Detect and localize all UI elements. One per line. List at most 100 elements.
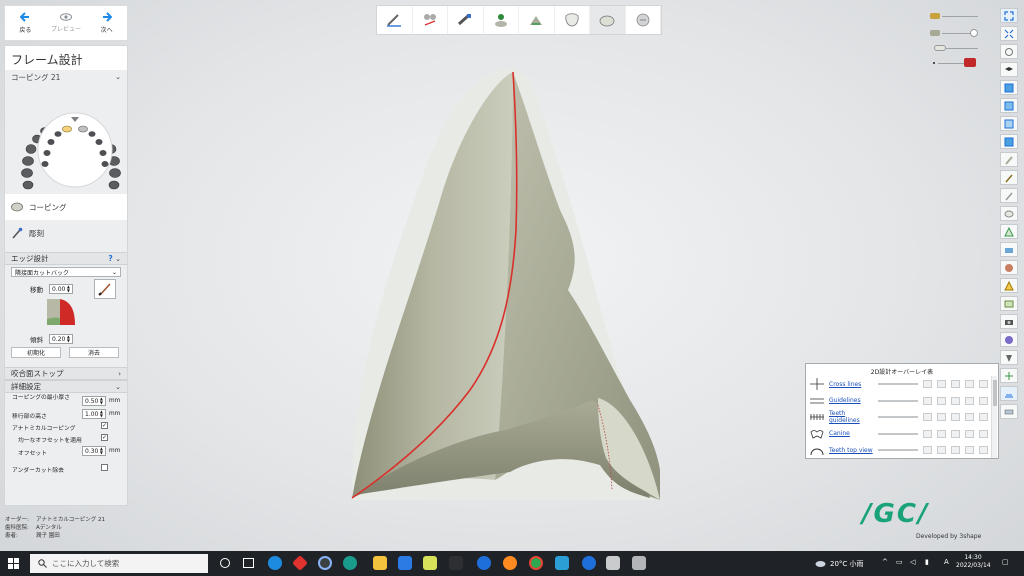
teamviewer-2-icon[interactable] — [582, 556, 596, 570]
undercut-checkbox[interactable] — [101, 464, 108, 471]
view-side-icon[interactable] — [1000, 98, 1018, 113]
grid-icon[interactable] — [1000, 368, 1018, 383]
move-input[interactable]: 0.00 ▲ ▼ — [49, 284, 73, 294]
uniform-offset-checkbox[interactable]: ✓ — [101, 434, 108, 441]
slider-row[interactable] — [930, 43, 980, 53]
file-explorer-icon[interactable] — [373, 556, 387, 570]
reset-button[interactable]: 初期化 — [11, 347, 61, 358]
tool-finish-icon[interactable] — [626, 6, 661, 34]
graduation-icon[interactable] — [1000, 62, 1018, 77]
ime-indicator[interactable]: A — [944, 558, 949, 566]
edge-icon[interactable] — [343, 556, 357, 570]
measure-icon[interactable] — [1000, 224, 1018, 239]
opacity-slider[interactable] — [878, 383, 918, 386]
cortana-icon[interactable] — [220, 558, 230, 568]
back-button[interactable]: 戻る — [5, 6, 46, 40]
min-thickness-input[interactable]: 0.50 ▲ ▼ — [82, 396, 106, 406]
stepper-icon[interactable]: ▲ ▼ — [100, 410, 103, 418]
app-v-icon[interactable] — [555, 556, 569, 570]
overlay-option-box[interactable] — [951, 396, 960, 405]
overlay-row-label[interactable]: Canine — [829, 430, 873, 437]
overlay-option-box[interactable] — [923, 413, 932, 422]
view-front-icon[interactable] — [1000, 80, 1018, 95]
overlay-row[interactable]: Canine — [806, 426, 998, 443]
preview-button[interactable]: プレビュー — [46, 6, 87, 40]
details-header[interactable]: 詳細設定 ⌄ — [5, 380, 127, 393]
overlay-option-box[interactable] — [965, 413, 974, 422]
anatomical-checkbox[interactable]: ✓ — [101, 422, 108, 429]
overlay-row-label[interactable]: Guidelines — [829, 397, 873, 404]
overlay-option-box[interactable] — [965, 380, 974, 389]
overlay-row-label[interactable]: Teeth top view — [829, 447, 873, 454]
overlay-option-box[interactable] — [965, 429, 974, 438]
teamviewer-icon[interactable] — [477, 556, 491, 570]
chrome-icon[interactable] — [529, 556, 543, 570]
tooth-chart[interactable] — [5, 84, 127, 194]
camera-icon[interactable] — [1000, 314, 1018, 329]
overlay-option-box[interactable] — [937, 429, 946, 438]
edge-mode-select[interactable]: 隣接面カットバック ⌄ — [11, 267, 121, 277]
fullscreen-icon[interactable] — [1000, 8, 1018, 23]
dental-app-icon[interactable] — [632, 556, 646, 570]
view-back-icon[interactable] — [1000, 134, 1018, 149]
image-icon[interactable] — [1000, 296, 1018, 311]
overlay-option-box[interactable] — [979, 413, 988, 422]
app-x-icon[interactable] — [423, 556, 437, 570]
overlay-option-box[interactable] — [979, 396, 988, 405]
app-red-diamond-icon[interactable] — [292, 555, 308, 571]
overlay-option-box[interactable] — [951, 429, 960, 438]
network-icon[interactable]: ▭ — [896, 558, 903, 566]
brush-tool-icon[interactable] — [1000, 170, 1018, 185]
opacity-slider[interactable] — [878, 449, 918, 452]
tool-abutment-icon[interactable] — [448, 6, 484, 34]
step-sculpt[interactable]: 彫刻 — [5, 220, 127, 246]
opacity-slider[interactable] — [878, 399, 918, 402]
stepper-icon[interactable]: ▲ ▼ — [67, 285, 70, 293]
overlay-option-box[interactable] — [937, 446, 946, 455]
rotate-icon[interactable] — [1000, 44, 1018, 59]
stepper-icon[interactable]: ▲ ▼ — [100, 447, 103, 455]
overlay-option-box[interactable] — [965, 396, 974, 405]
slider-row[interactable] — [930, 58, 980, 68]
overlay-row[interactable]: Guidelines — [806, 393, 998, 410]
occlusal-stop-header[interactable]: 咬合面ストップ › — [5, 367, 127, 380]
overlay-option-box[interactable] — [937, 413, 946, 422]
overlay-scrollbar[interactable] — [991, 376, 997, 458]
dental-designer-icon[interactable] — [606, 556, 620, 570]
overlay-option-box[interactable] — [937, 380, 946, 389]
wax-knife-icon[interactable] — [1000, 188, 1018, 203]
3d-model-viewport[interactable] — [330, 60, 660, 510]
overlay-option-box[interactable] — [951, 413, 960, 422]
shield-icon[interactable] — [1000, 350, 1018, 365]
brush-tool-button[interactable] — [94, 279, 116, 299]
help-icon[interactable]: ? — [108, 254, 112, 263]
overlay-row-label[interactable]: Cross lines — [829, 381, 873, 388]
overlay-option-box[interactable] — [923, 446, 932, 455]
face-icon[interactable] — [1000, 260, 1018, 275]
overlay-2d-icon[interactable] — [1000, 386, 1018, 401]
overlay-option-box[interactable] — [951, 380, 960, 389]
offset-input[interactable]: 0.30 ▲ ▼ — [82, 446, 106, 456]
battery-icon[interactable]: ▮ — [925, 558, 929, 566]
tool-crown-icon[interactable] — [555, 6, 590, 34]
opacity-slider[interactable] — [878, 432, 918, 435]
app-bolt-icon[interactable] — [449, 556, 463, 570]
task-view-icon[interactable] — [243, 558, 254, 568]
stepper-icon[interactable]: ▲ ▼ — [67, 335, 70, 343]
tray-chevron-icon[interactable]: ^ — [882, 558, 888, 566]
angle-input[interactable]: 0.20 ▲ ▼ — [49, 334, 73, 344]
overlay-option-box[interactable] — [979, 446, 988, 455]
delete-button[interactable]: 消去 — [69, 347, 119, 358]
tool-insertion-icon[interactable] — [484, 6, 519, 34]
overlay-option-box[interactable] — [979, 380, 988, 389]
view-top-icon[interactable] — [1000, 116, 1018, 131]
volume-icon[interactable]: ◁ — [910, 558, 915, 566]
next-button[interactable]: 次へ — [86, 6, 127, 40]
overlay-row-label[interactable]: Teeth guidelines — [829, 410, 873, 424]
taskbar-search[interactable]: ここに入力して検索 — [30, 554, 208, 573]
slider-row[interactable] — [930, 11, 980, 21]
ruler-icon[interactable] — [1000, 404, 1018, 419]
edge-design-header[interactable]: エッジ設計 ? ⌄ — [5, 252, 127, 265]
overlay-option-box[interactable] — [979, 429, 988, 438]
pen-tool-icon[interactable] — [1000, 152, 1018, 167]
